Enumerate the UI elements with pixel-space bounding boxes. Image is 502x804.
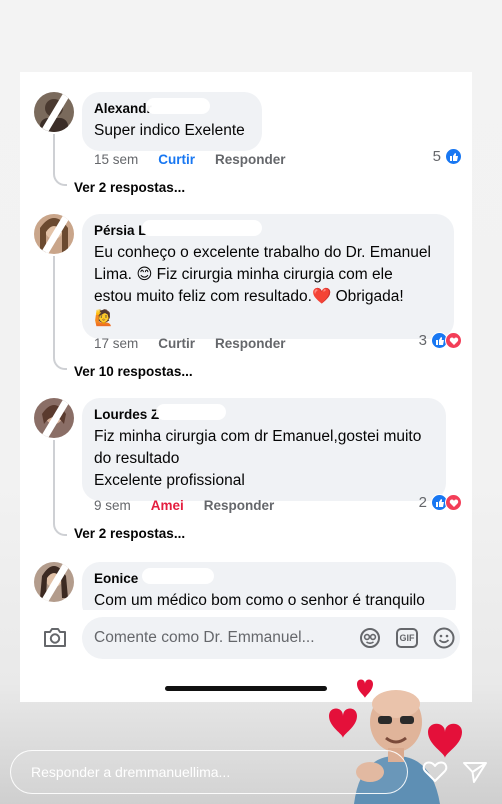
view-replies-link[interactable]: Ver 10 respostas... bbox=[74, 364, 193, 379]
reply-button[interactable]: Responder bbox=[215, 152, 286, 167]
heart-sticker-icon bbox=[428, 723, 462, 758]
comment-text: Fiz minha cirurgia com dr Emanuel,gostei… bbox=[94, 428, 422, 489]
comment-bubble: Pérsia L Eu conheço o excelente trabalho… bbox=[82, 214, 454, 339]
comment-input-placeholder: Comente como Dr. Emmanuel... bbox=[94, 629, 315, 646]
comment-text: Super indico Exelente bbox=[94, 122, 245, 139]
avatar[interactable] bbox=[34, 562, 74, 602]
comment-author[interactable]: Lourdes Z bbox=[94, 404, 226, 422]
comment-input[interactable]: Comente como Dr. Emmanuel... GIF bbox=[82, 617, 460, 659]
emoji-icon[interactable] bbox=[432, 626, 456, 650]
home-indicator bbox=[165, 686, 327, 691]
like-reaction-icon bbox=[445, 148, 462, 165]
comment-time: 17 sem bbox=[94, 336, 139, 351]
comment-bubble: Lourdes Z Fiz minha cirurgia com dr Eman… bbox=[82, 398, 446, 501]
comment-time: 9 sem bbox=[94, 498, 131, 513]
heart-sticker-icon bbox=[357, 679, 373, 698]
send-icon[interactable] bbox=[462, 760, 488, 784]
reaction-summary[interactable]: 3 bbox=[419, 332, 462, 349]
reaction-count: 3 bbox=[418, 332, 427, 349]
heart-sticker-icon bbox=[329, 708, 357, 738]
reaction-summary[interactable]: 2 bbox=[419, 494, 462, 511]
thread-line bbox=[53, 134, 67, 186]
comment-bubble: Alexandr Super indico Exelente bbox=[82, 92, 262, 151]
reaction-count: 2 bbox=[418, 494, 427, 511]
avatar[interactable] bbox=[34, 214, 74, 254]
view-replies-link[interactable]: Ver 2 respostas... bbox=[74, 526, 185, 541]
avatar[interactable] bbox=[34, 398, 74, 438]
gif-icon[interactable]: GIF bbox=[396, 628, 418, 648]
reaction-summary[interactable]: 5 bbox=[433, 148, 462, 165]
story-reply-input[interactable]: Responder a dremmanuellima... bbox=[10, 750, 408, 794]
comment-author[interactable]: Alexandr bbox=[94, 98, 210, 116]
love-reaction-icon bbox=[445, 332, 462, 349]
reply-button[interactable]: Responder bbox=[204, 498, 275, 513]
view-replies-link[interactable]: Ver 2 respostas... bbox=[74, 180, 185, 195]
comment-author[interactable]: Eonice bbox=[94, 568, 214, 586]
avatar-sticker-icon[interactable] bbox=[358, 626, 382, 650]
comment-actions: 15 sem Curtir Responder bbox=[94, 152, 306, 167]
love-button[interactable]: Amei bbox=[151, 498, 184, 513]
camera-icon[interactable] bbox=[42, 626, 68, 648]
thread-line bbox=[53, 440, 67, 536]
thread-line bbox=[53, 256, 67, 370]
like-button[interactable]: Curtir bbox=[158, 336, 195, 351]
reply-button[interactable]: Responder bbox=[215, 336, 286, 351]
comment-composer: Comente como Dr. Emmanuel... GIF bbox=[20, 610, 472, 666]
avatar[interactable] bbox=[34, 92, 74, 132]
story-reply-placeholder: Responder a dremmanuellima... bbox=[31, 764, 231, 780]
heart-icon[interactable] bbox=[422, 760, 448, 784]
like-button[interactable]: Curtir bbox=[158, 152, 195, 167]
comment-actions: 17 sem Curtir Responder bbox=[94, 336, 306, 351]
comment-actions: 9 sem Amei Responder bbox=[94, 498, 294, 513]
comment-author[interactable]: Pérsia L bbox=[94, 220, 262, 238]
reaction-count: 5 bbox=[432, 148, 441, 165]
comment-text: Com um médico bom como o senhor é tranqu… bbox=[94, 592, 425, 609]
comments-card: Alexandr Super indico Exelente 15 sem Cu… bbox=[20, 72, 472, 702]
comment-time: 15 sem bbox=[94, 152, 139, 167]
comment-text: Eu conheço o excelente trabalho do Dr. E… bbox=[94, 244, 431, 327]
love-reaction-icon bbox=[445, 494, 462, 511]
